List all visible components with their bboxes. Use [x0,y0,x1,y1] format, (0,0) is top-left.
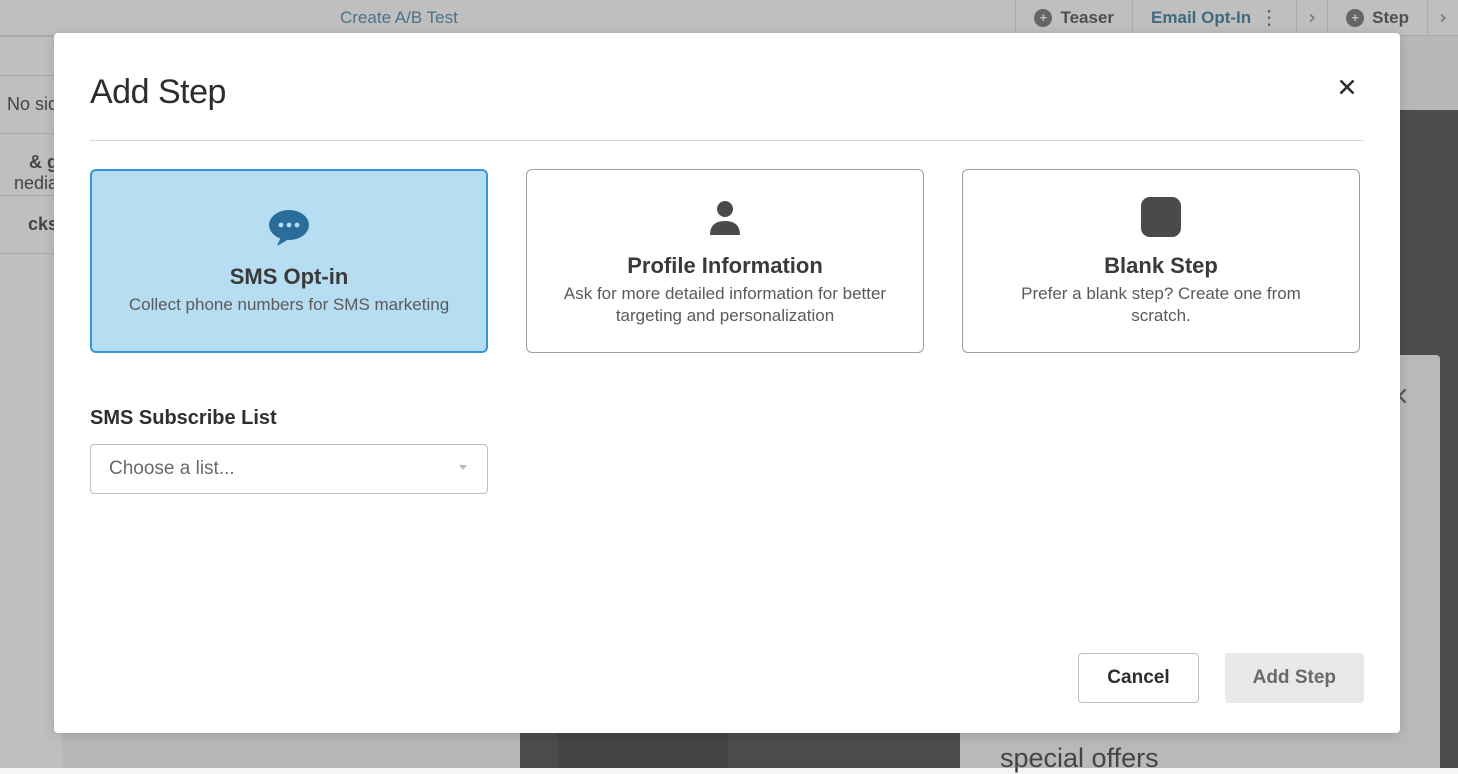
modal-header: Add Step [90,73,1364,141]
chevron-down-icon [457,460,469,478]
option-description: Prefer a blank step? Create one from scr… [993,283,1329,327]
sms-subscribe-list-section: SMS Subscribe List Choose a list... [90,407,1364,494]
close-icon [1334,74,1360,100]
option-sms-optin[interactable]: SMS Opt-in Collect phone numbers for SMS… [90,169,488,353]
person-icon [705,195,745,239]
blank-square-icon [1140,195,1182,239]
cancel-button[interactable]: Cancel [1078,653,1198,703]
modal-title: Add Step [90,73,226,112]
option-title: SMS Opt-in [230,264,349,290]
add-step-modal: Add Step SMS Opt-in Collect phone number… [54,33,1400,733]
sms-subscribe-list-label: SMS Subscribe List [90,407,1364,430]
option-title: Profile Information [627,253,823,279]
option-description: Ask for more detailed information for be… [557,283,893,327]
option-blank-step[interactable]: Blank Step Prefer a blank step? Create o… [962,169,1360,353]
modal-footer: Cancel Add Step [90,643,1364,703]
option-description: Collect phone numbers for SMS marketing [129,294,449,316]
add-step-button[interactable]: Add Step [1225,653,1364,703]
sms-subscribe-list-select[interactable]: Choose a list... [90,444,488,494]
option-title: Blank Step [1104,253,1218,279]
select-placeholder: Choose a list... [109,458,235,480]
close-button[interactable] [1330,73,1364,105]
modal-body: SMS Opt-in Collect phone numbers for SMS… [90,141,1364,643]
step-type-options: SMS Opt-in Collect phone numbers for SMS… [90,169,1364,353]
option-profile-information[interactable]: Profile Information Ask for more detaile… [526,169,924,353]
sms-chat-icon [267,206,311,250]
